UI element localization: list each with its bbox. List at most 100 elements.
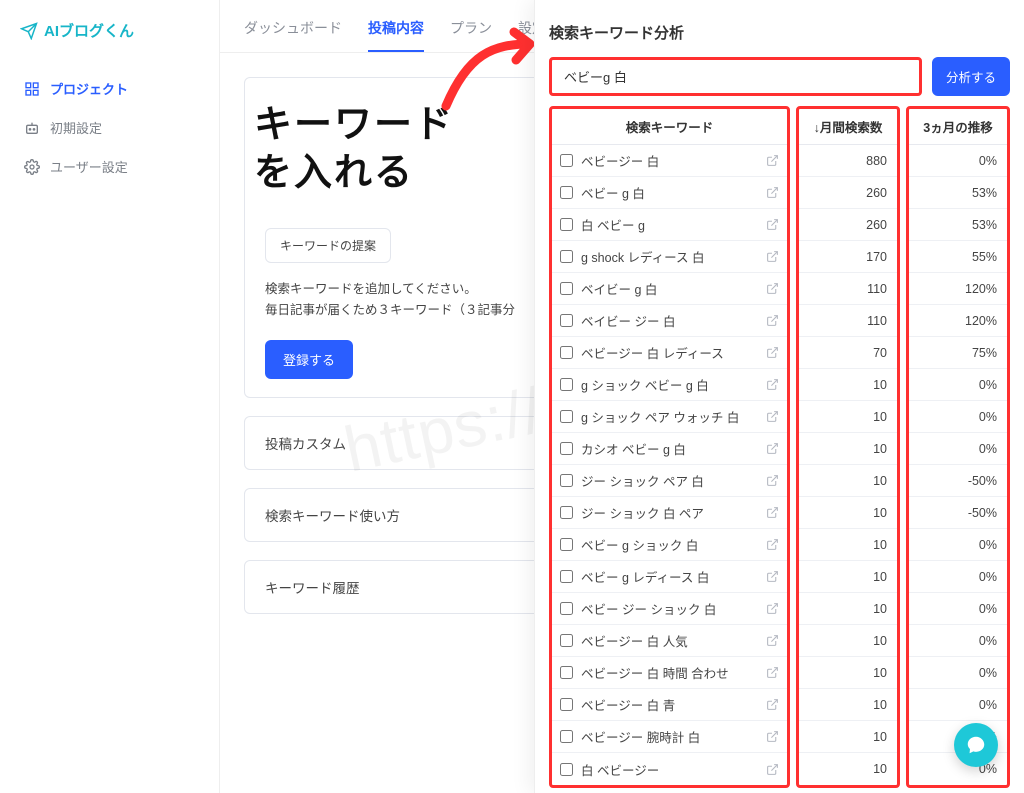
row-checkbox[interactable] (560, 154, 573, 167)
external-link-icon[interactable] (766, 666, 779, 679)
row-checkbox[interactable] (560, 346, 573, 359)
table-row: ベビージー 白 人気 (552, 625, 787, 657)
external-link-icon[interactable] (766, 378, 779, 391)
keyword-text: 白 ベビージー (581, 760, 758, 779)
row-checkbox[interactable] (560, 442, 573, 455)
keyword-text: ジー ショック ペア 白 (581, 471, 758, 490)
register-button[interactable]: 登録する (265, 340, 353, 379)
suggest-keyword-button[interactable]: キーワードの提案 (265, 228, 391, 263)
external-link-icon[interactable] (766, 506, 779, 519)
row-checkbox[interactable] (560, 570, 573, 583)
th-volume[interactable]: ↓月間検索数 (799, 109, 897, 145)
row-checkbox[interactable] (560, 538, 573, 551)
row-checkbox[interactable] (560, 474, 573, 487)
external-link-icon[interactable] (766, 346, 779, 359)
column-keyword: 検索キーワード ベビージー 白ベビー g 白白 ベビー gg shock レディ… (549, 106, 790, 788)
row-checkbox[interactable] (560, 730, 573, 743)
results-table: 検索キーワード ベビージー 白ベビー g 白白 ベビー gg shock レディ… (549, 106, 1010, 788)
keyword-text: ベビー g ショック 白 (581, 535, 758, 554)
table-row: g ショック ベビー g 白 (552, 369, 787, 401)
row-checkbox[interactable] (560, 410, 573, 423)
external-link-icon[interactable] (766, 442, 779, 455)
trend-cell: 0% (909, 145, 1007, 177)
row-checkbox[interactable] (560, 378, 573, 391)
table-row: ベビー g ショック 白 (552, 529, 787, 561)
trend-cell: 0% (909, 369, 1007, 401)
tab-posts[interactable]: 投稿内容 (368, 18, 424, 52)
external-link-icon[interactable] (766, 698, 779, 711)
row-checkbox[interactable] (560, 186, 573, 199)
external-link-icon[interactable] (766, 634, 779, 647)
external-link-icon[interactable] (766, 474, 779, 487)
keyword-text: g shock レディース 白 (581, 247, 758, 266)
row-checkbox[interactable] (560, 506, 573, 519)
volume-cell: 10 (799, 625, 897, 657)
trend-cell: 0% (909, 625, 1007, 657)
external-link-icon[interactable] (766, 186, 779, 199)
keyword-text: カシオ ベビー g 白 (581, 439, 758, 458)
keyword-text: ベビージー 腕時計 白 (581, 727, 758, 746)
external-link-icon[interactable] (766, 602, 779, 615)
external-link-icon[interactable] (766, 218, 779, 231)
column-volume: ↓月間検索数 880260260170110110701010101010101… (796, 106, 900, 788)
external-link-icon[interactable] (766, 570, 779, 583)
analyze-button[interactable]: 分析する (932, 57, 1010, 96)
external-link-icon[interactable] (766, 763, 779, 776)
keyword-text: ベイビー g 白 (581, 279, 758, 298)
volume-cell: 110 (799, 305, 897, 337)
keyword-text: ベビージー 白 (581, 151, 758, 170)
paper-plane-icon (20, 22, 38, 40)
sidebar-item-user[interactable]: ユーザー設定 (20, 147, 219, 186)
keyword-panel: 検索キーワード分析 分析する 検索キーワード ベビージー 白ベビー g 白白 ベ… (534, 0, 1024, 793)
table-row: カシオ ベビー g 白 (552, 433, 787, 465)
volume-cell: 10 (799, 721, 897, 753)
external-link-icon[interactable] (766, 730, 779, 743)
row-checkbox[interactable] (560, 602, 573, 615)
external-link-icon[interactable] (766, 282, 779, 295)
row-checkbox[interactable] (560, 763, 573, 776)
brand-logo: AIブログくん (20, 20, 219, 41)
sidebar-nav: プロジェクト 初期設定 ユーザー設定 (20, 69, 219, 186)
row-checkbox[interactable] (560, 698, 573, 711)
th-keyword: 検索キーワード (552, 109, 787, 145)
table-row: ベイビー ジー 白 (552, 305, 787, 337)
volume-cell: 170 (799, 241, 897, 273)
row-checkbox[interactable] (560, 218, 573, 231)
volume-cell: 10 (799, 753, 897, 785)
volume-cell: 10 (799, 593, 897, 625)
trend-cell: 0% (909, 689, 1007, 721)
keyword-text: ベビージー 白 青 (581, 695, 758, 714)
table-row: ベイビー g 白 (552, 273, 787, 305)
keyword-text: ベビー g レディース 白 (581, 567, 758, 586)
keyword-text: g ショック ベビー g 白 (581, 375, 758, 394)
table-row: ジー ショック 白 ペア (552, 497, 787, 529)
tab-dashboard[interactable]: ダッシュボード (244, 18, 342, 52)
sidebar-item-initial[interactable]: 初期設定 (20, 108, 219, 147)
trend-cell: 0% (909, 561, 1007, 593)
search-wrap (549, 57, 922, 96)
tab-plan[interactable]: プラン (450, 18, 492, 52)
keyword-text: ベビー ジー ショック 白 (581, 599, 758, 618)
external-link-icon[interactable] (766, 314, 779, 327)
row-checkbox[interactable] (560, 314, 573, 327)
sidebar-item-project[interactable]: プロジェクト (20, 69, 219, 108)
keyword-text: ベビージー 白 時間 合わせ (581, 663, 758, 682)
row-checkbox[interactable] (560, 282, 573, 295)
trend-cell: -50% (909, 465, 1007, 497)
trend-cell: 0% (909, 529, 1007, 561)
trend-cell: 0% (909, 657, 1007, 689)
external-link-icon[interactable] (766, 410, 779, 423)
row-checkbox[interactable] (560, 634, 573, 647)
external-link-icon[interactable] (766, 154, 779, 167)
row-checkbox[interactable] (560, 666, 573, 679)
external-link-icon[interactable] (766, 538, 779, 551)
sidebar-item-label: ユーザー設定 (50, 157, 128, 176)
volume-cell: 10 (799, 561, 897, 593)
keyword-search-input[interactable] (552, 60, 919, 93)
chat-fab[interactable] (954, 723, 998, 767)
table-row: 白 ベビージー (552, 753, 787, 785)
volume-cell: 110 (799, 273, 897, 305)
external-link-icon[interactable] (766, 250, 779, 263)
row-checkbox[interactable] (560, 250, 573, 263)
volume-cell: 10 (799, 657, 897, 689)
